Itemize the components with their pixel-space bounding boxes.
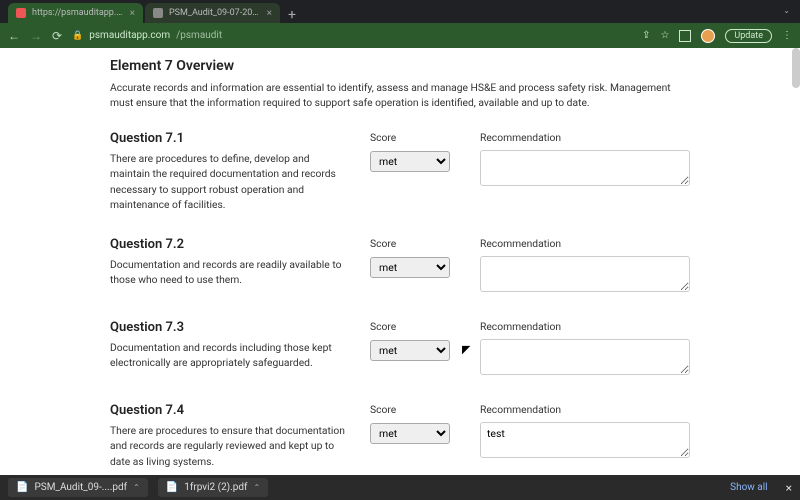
extensions-icon[interactable] bbox=[679, 30, 691, 42]
question-desc: There are procedures to define, develop … bbox=[110, 151, 350, 213]
question-title: Question 7.3 bbox=[110, 320, 350, 335]
question-row: Question 7.3 Documentation and records in… bbox=[110, 310, 690, 393]
download-filename: 1frpvi2 (2).pdf bbox=[184, 482, 247, 493]
close-icon[interactable]: × bbox=[267, 8, 272, 19]
question-desc: Documentation and records are readily av… bbox=[110, 257, 350, 288]
main-content: Element 7 Overview Accurate records and … bbox=[110, 48, 690, 475]
score-label: Score bbox=[370, 320, 460, 333]
recommendation-label: Recommendation bbox=[480, 237, 690, 250]
score-label: Score bbox=[370, 237, 460, 250]
question-row: Question 7.2 Documentation and records ar… bbox=[110, 227, 690, 310]
url-host: psmauditapp.com bbox=[89, 30, 170, 41]
bookmark-icon[interactable]: ☆ bbox=[660, 30, 669, 41]
forward-button[interactable]: → bbox=[30, 29, 42, 43]
address-bar: ← → ⟳ 🔒 psmauditapp.com/psmaudit ⇪ ☆ Upd… bbox=[0, 23, 800, 48]
recommendation-input[interactable] bbox=[480, 150, 690, 186]
reload-button[interactable]: ⟳ bbox=[52, 29, 62, 43]
menu-icon[interactable]: ⋮ bbox=[782, 30, 792, 41]
favicon-icon bbox=[16, 8, 26, 18]
recommendation-label: Recommendation bbox=[480, 403, 690, 416]
url-field[interactable]: 🔒 psmauditapp.com/psmaudit bbox=[72, 30, 632, 41]
close-shelf-button[interactable]: × bbox=[786, 481, 792, 495]
browser-tab-2[interactable]: PSM_Audit_09-07-2022 (1).p × bbox=[145, 3, 280, 23]
download-shelf: 📄 PSM_Audit_09-....pdf ⌃ 📄 1frpvi2 (2).p… bbox=[0, 475, 800, 500]
tabs-menu-icon[interactable]: ⌄ bbox=[783, 6, 790, 15]
tab-title: PSM_Audit_09-07-2022 (1).p bbox=[169, 8, 261, 18]
download-item[interactable]: 📄 1frpvi2 (2).pdf ⌃ bbox=[158, 478, 268, 497]
share-icon[interactable]: ⇪ bbox=[642, 30, 650, 41]
back-button[interactable]: ← bbox=[8, 29, 20, 43]
question-desc: Documentation and records including thos… bbox=[110, 340, 350, 371]
score-label: Score bbox=[370, 131, 460, 144]
download-filename: PSM_Audit_09-....pdf bbox=[34, 482, 127, 493]
score-select[interactable]: met bbox=[370, 257, 450, 278]
recommendation-label: Recommendation bbox=[480, 320, 690, 333]
download-item[interactable]: 📄 PSM_Audit_09-....pdf ⌃ bbox=[8, 478, 148, 497]
show-all-downloads[interactable]: Show all bbox=[730, 482, 767, 493]
score-select[interactable]: met bbox=[370, 340, 450, 361]
overview-text: Accurate records and information are ess… bbox=[110, 80, 690, 111]
file-icon: 📄 bbox=[166, 482, 178, 493]
chevron-up-icon[interactable]: ⌃ bbox=[254, 483, 261, 492]
question-title: Question 7.1 bbox=[110, 131, 350, 146]
score-select[interactable]: met bbox=[370, 151, 450, 172]
score-label: Score bbox=[370, 403, 460, 416]
chevron-up-icon[interactable]: ⌃ bbox=[133, 483, 140, 492]
question-title: Question 7.4 bbox=[110, 403, 350, 418]
new-tab-button[interactable]: + bbox=[282, 7, 302, 23]
question-title: Question 7.2 bbox=[110, 237, 350, 252]
tab-strip: https://psmauditapp.com/psm × PSM_Audit_… bbox=[0, 0, 800, 23]
lock-icon: 🔒 bbox=[72, 31, 83, 41]
question-row: Question 7.4 There are procedures to ensu… bbox=[110, 393, 690, 475]
recommendation-input[interactable] bbox=[480, 339, 690, 375]
recommendation-input[interactable] bbox=[480, 256, 690, 292]
file-icon: 📄 bbox=[16, 482, 28, 493]
browser-tab-1[interactable]: https://psmauditapp.com/psm × bbox=[8, 3, 143, 23]
url-path: /psmaudit bbox=[176, 30, 222, 41]
recommendation-input[interactable]: test bbox=[480, 422, 690, 458]
update-button[interactable]: Update bbox=[725, 29, 772, 43]
favicon-icon bbox=[153, 8, 163, 18]
score-select[interactable]: met bbox=[370, 423, 450, 444]
overview-title: Element 7 Overview bbox=[110, 58, 690, 74]
page-viewport: Element 7 Overview Accurate records and … bbox=[0, 48, 800, 475]
scrollbar-thumb[interactable] bbox=[792, 48, 800, 88]
recommendation-label: Recommendation bbox=[480, 131, 690, 144]
profile-avatar[interactable] bbox=[701, 29, 715, 43]
close-icon[interactable]: × bbox=[130, 8, 135, 19]
tab-title: https://psmauditapp.com/psm bbox=[32, 8, 124, 18]
question-row: Question 7.1 There are procedures to defi… bbox=[110, 121, 690, 227]
question-desc: There are procedures to ensure that docu… bbox=[110, 423, 350, 469]
